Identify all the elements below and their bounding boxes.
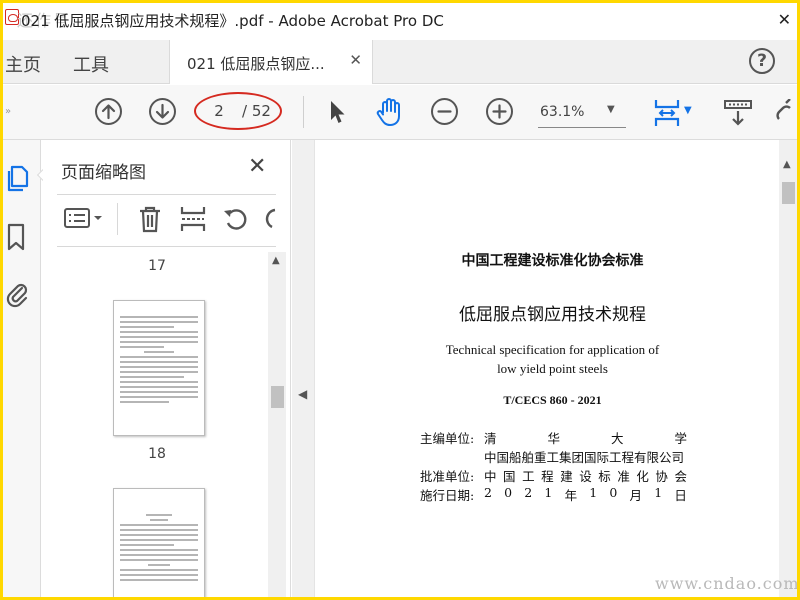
- scroll-up-icon[interactable]: ▲: [272, 255, 280, 266]
- zoom-out-button[interactable]: [431, 98, 458, 125]
- panel-close-icon[interactable]: ✕: [248, 154, 266, 179]
- previous-page-button[interactable]: [95, 98, 122, 125]
- row-value: 清 华 大 学: [484, 431, 687, 446]
- zoom-level[interactable]: 63.1%: [540, 104, 584, 120]
- title-bar: 还作号 021 低屈服点钢应用技术规程》.pdf - Adobe Acrobat…: [3, 3, 797, 36]
- zoom-underline: [538, 127, 626, 128]
- fit-dropdown-icon[interactable]: ▼: [684, 105, 692, 116]
- link-icon[interactable]: [776, 99, 796, 125]
- document-standard-code: T/CECS 860 - 2021: [503, 393, 602, 407]
- tab-tools[interactable]: 工具: [73, 51, 109, 77]
- panel-divider: [57, 194, 276, 195]
- document-org-title: 中国工程建设标准化协会标准: [461, 253, 644, 269]
- row-value: 中 国 工 程 建 设 标 准 化 协 会: [484, 469, 687, 484]
- select-cursor-icon[interactable]: [327, 99, 347, 125]
- help-icon[interactable]: ?: [749, 48, 775, 74]
- panel-divider-2: [57, 246, 276, 247]
- thumbnail-label: 18: [148, 446, 166, 462]
- tab-home[interactable]: 主页: [5, 51, 41, 77]
- toolbar-overflow-icon[interactable]: »: [5, 106, 11, 117]
- extract-pages-icon[interactable]: [179, 205, 207, 233]
- thumbnail-page-17[interactable]: [113, 300, 205, 436]
- document-scrollbar[interactable]: ▲: [779, 140, 797, 597]
- plus-icon: [492, 104, 507, 119]
- tab-document-label: 021 低屈服点钢应...: [187, 55, 325, 73]
- minus-icon: [437, 110, 452, 113]
- fit-page-icon[interactable]: [653, 98, 683, 128]
- document-english-title-line2: low yield point steels: [497, 361, 608, 376]
- page-number-input[interactable]: [206, 101, 232, 121]
- thumbnails-panel: 页面缩略图 ✕ 17 18 ▲: [43, 140, 291, 597]
- page-navigator: / 52: [194, 92, 282, 130]
- watermark: www.cndao.com: [655, 574, 797, 593]
- attachment-icon[interactable]: [5, 278, 29, 308]
- acrobat-window: 还作号 021 低屈服点钢应用技术规程》.pdf - Adobe Acrobat…: [3, 3, 797, 597]
- thumbnail-label: 17: [148, 258, 166, 274]
- arrow-up-icon: [101, 104, 116, 120]
- row-label: 主编单位:: [420, 431, 475, 446]
- navigation-rail: [3, 140, 41, 597]
- row-label: 批准单位:: [420, 469, 475, 484]
- document-title: 低屈服点钢应用技术规程: [459, 305, 646, 325]
- arrow-down-icon: [155, 103, 170, 119]
- row-label: 施行日期:: [420, 488, 475, 503]
- scrollbar-thumb[interactable]: [271, 386, 284, 408]
- row-value: 中国船舶重工集团国际工程有限公司: [484, 450, 685, 465]
- tab-bar: 主页 工具 021 低屈服点钢应... ✕ ?: [3, 40, 797, 84]
- scroll-up-icon[interactable]: ▲: [783, 159, 791, 170]
- tab-document[interactable]: 021 低屈服点钢应... ✕: [169, 40, 373, 84]
- thumbnail-page-18[interactable]: [113, 488, 205, 597]
- thumbnail-list: 17 18: [57, 252, 266, 597]
- tab-close-icon[interactable]: ✕: [349, 51, 362, 69]
- thumbnail-scrollbar[interactable]: ▲: [268, 252, 286, 597]
- window-close-icon[interactable]: ✕: [778, 10, 791, 29]
- page-thumbnails-icon[interactable]: [5, 164, 29, 192]
- scrollbar-thumb[interactable]: [782, 182, 795, 204]
- document-view: 中国工程建设标准化协会标准 低屈服点钢应用技术规程 Technical spec…: [314, 140, 779, 597]
- options-menu-icon[interactable]: [63, 205, 107, 231]
- toolbar-divider: [303, 96, 304, 128]
- delete-icon[interactable]: [137, 205, 163, 233]
- bookmark-icon[interactable]: [5, 222, 27, 252]
- hand-tool-icon[interactable]: [374, 96, 406, 128]
- window-title: 021 低屈服点钢应用技术规程》.pdf - Adobe Acrobat Pro…: [21, 12, 444, 30]
- panel-toolbar-divider: [117, 203, 118, 235]
- rotate-left-icon[interactable]: [221, 205, 249, 233]
- next-page-button[interactable]: [149, 98, 176, 125]
- zoom-dropdown-icon[interactable]: ▼: [607, 104, 615, 115]
- scroll-mode-icon[interactable]: [723, 99, 753, 127]
- document-english-title-line1: Technical specification for application …: [445, 342, 660, 357]
- page-total: / 52: [242, 102, 271, 120]
- panel-title: 页面缩略图: [61, 163, 146, 183]
- row-value: 2 0 2 1 年 1 0 月 1 日: [484, 485, 687, 503]
- zoom-in-button[interactable]: [486, 98, 513, 125]
- panel-splitter[interactable]: ◀: [292, 140, 314, 597]
- main-toolbar: » / 52: [3, 85, 797, 140]
- panel-toolbar: [57, 203, 276, 237]
- collapse-panel-icon[interactable]: ◀: [298, 387, 307, 401]
- rotate-right-icon[interactable]: [261, 205, 276, 233]
